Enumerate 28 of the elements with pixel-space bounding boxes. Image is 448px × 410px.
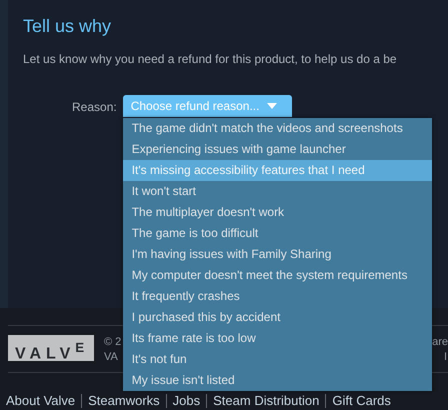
caret-icon [267,103,278,109]
menu-option[interactable]: It won't start [122,181,432,202]
copyright-text: © 2 [104,335,122,350]
description-text: Let us know why you need a refund for this product, to help us do a be [23,52,398,66]
reason-dropdown[interactable]: Choose refund reason... [122,95,292,117]
footer-link[interactable]: Jobs [166,394,206,408]
menu-option[interactable]: I'm having issues with Family Sharing [122,244,432,265]
footer-link[interactable]: Steamworks [81,394,166,408]
menu-option[interactable]: My issue isn't listed [122,370,432,391]
menu-option[interactable]: It's not fun [122,349,432,370]
menu-option[interactable]: Its frame rate is too low [122,328,432,349]
menu-option[interactable]: My computer doesn't meet the system requirements [122,265,432,286]
menu-option[interactable]: It frequently crashes [122,286,432,307]
menu-option[interactable]: Experiencing issues with game launcher [122,139,432,160]
menu-option[interactable]: The game didn't match the videos and screenshots [122,118,432,139]
valve-logo: VALV$^{E}$ [8,335,94,361]
menu-option[interactable]: It's missing accessibility features that I need [122,160,432,181]
footer-link[interactable]: About Valve [6,394,82,408]
footer-text: I [444,350,447,365]
footer-link[interactable]: Steam Distribution [206,394,326,408]
menu-option[interactable]: I purchased this by accident [122,307,432,328]
section-title: Tell us why [23,15,112,38]
menu-option[interactable]: The game is too difficult [122,223,432,244]
footer-text: are [432,335,448,350]
reason-label: Reason: [72,100,117,114]
copyright-text: VA [104,350,119,365]
menu-option[interactable]: The multiplayer doesn't work [122,202,432,223]
footer-link[interactable]: Gift Cards [325,394,397,408]
